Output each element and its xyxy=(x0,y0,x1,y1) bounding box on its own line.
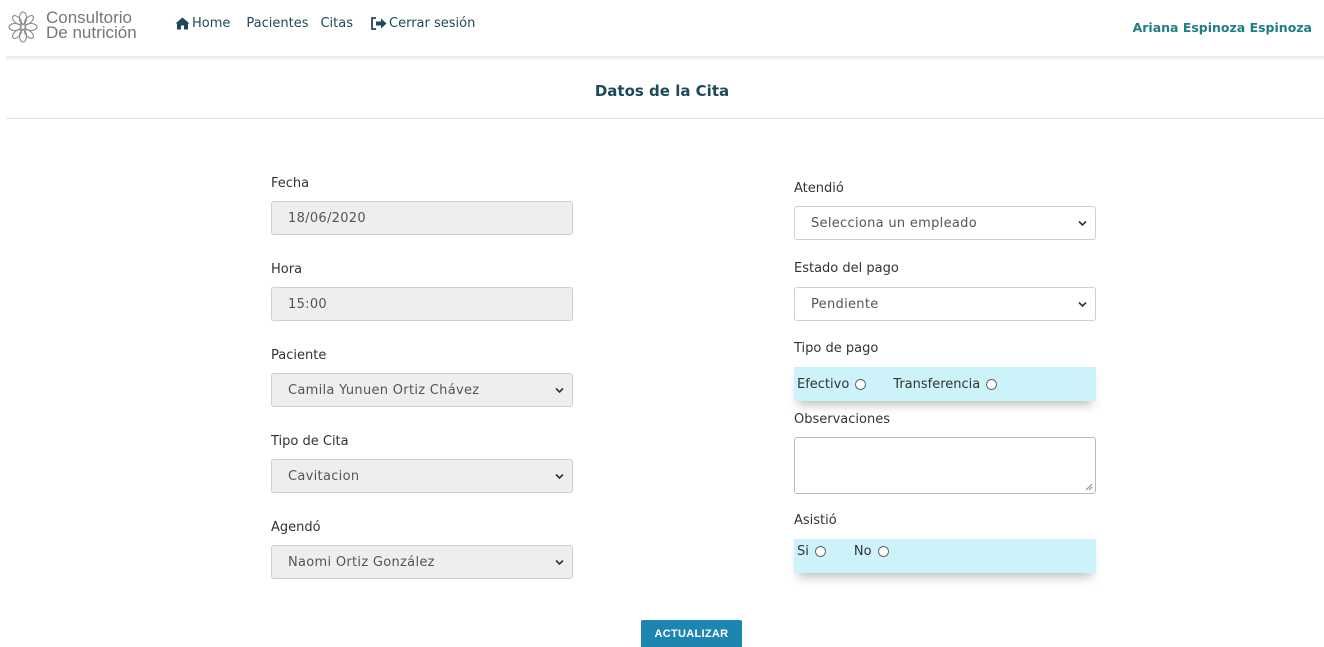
fecha-value: 18/06/2020 xyxy=(288,210,366,226)
tipo-pago-radio-group: Efectivo Transferencia xyxy=(794,367,1096,401)
paciente-label: Paciente xyxy=(271,348,327,363)
main-nav: Home Pacientes Citas Cerrar sesión xyxy=(175,16,475,31)
nav-pacientes[interactable]: Pacientes xyxy=(246,16,308,31)
brand[interactable]: Consultorio De nutrición xyxy=(8,9,137,44)
hora-label: Hora xyxy=(271,262,303,277)
paciente-select[interactable]: Camila Yunuen Ortiz Chávez xyxy=(271,373,573,407)
nav-home[interactable]: Home xyxy=(175,16,230,31)
chevron-down-icon xyxy=(555,387,564,394)
chevron-down-icon xyxy=(555,473,564,480)
observaciones-label: Observaciones xyxy=(794,412,890,427)
tipo-cita-label: Tipo de Cita xyxy=(271,434,349,449)
brand-line2: De nutrición xyxy=(46,23,137,42)
no-label: No xyxy=(853,544,872,559)
title-divider xyxy=(6,118,1324,119)
nav-pacientes-label: Pacientes xyxy=(246,16,309,31)
estado-pago-select[interactable]: Pendiente xyxy=(794,287,1096,321)
hora-value: 15:00 xyxy=(288,296,327,312)
user-name[interactable]: Ariana Espinoza Espinoza xyxy=(1133,20,1312,35)
nav-logout[interactable]: Cerrar sesión xyxy=(371,16,475,31)
brand-text: Consultorio De nutrición xyxy=(46,9,137,42)
sign-out-icon xyxy=(371,17,387,30)
si-radio[interactable] xyxy=(814,546,826,557)
tipo-cita-value: Cavitacion xyxy=(288,468,360,484)
nav-citas[interactable]: Citas xyxy=(320,16,353,31)
fecha-field[interactable]: 18/06/2020 xyxy=(271,201,573,235)
asistio-label: Asistió xyxy=(794,513,837,528)
navbar-divider xyxy=(6,56,1324,60)
transferencia-label: Transferencia xyxy=(893,376,981,392)
asistio-radio-group: Si No xyxy=(794,539,1096,573)
fecha-label: Fecha xyxy=(271,176,310,191)
home-icon xyxy=(175,17,190,30)
top-navbar: Consultorio De nutrición Home Pacientes … xyxy=(0,0,1324,58)
atendio-value: Selecciona un empleado xyxy=(811,215,977,231)
hora-field[interactable]: 15:00 xyxy=(271,287,573,321)
estado-pago-label: Estado del pago xyxy=(794,261,899,276)
estado-pago-value: Pendiente xyxy=(811,296,879,312)
chevron-down-icon xyxy=(1078,220,1087,227)
no-radio[interactable] xyxy=(877,546,889,557)
chevron-down-icon xyxy=(555,559,564,566)
chevron-down-icon xyxy=(1078,301,1087,308)
resize-grip-icon[interactable] xyxy=(1085,483,1093,491)
nav-citas-label: Citas xyxy=(320,16,354,31)
tipo-cita-select[interactable]: Cavitacion xyxy=(271,459,573,493)
efectivo-radio[interactable] xyxy=(855,378,867,390)
flower-logo-icon xyxy=(8,11,38,43)
nav-home-label: Home xyxy=(192,16,231,31)
atendio-select[interactable]: Selecciona un empleado xyxy=(794,206,1096,240)
tipo-pago-label: Tipo de pago xyxy=(794,341,879,356)
agendo-value: Naomi Ortiz González xyxy=(288,554,435,570)
si-label: Si xyxy=(797,544,809,559)
atendio-label: Atendió xyxy=(794,181,844,196)
paciente-value: Camila Yunuen Ortiz Chávez xyxy=(288,382,480,398)
observaciones-textarea[interactable] xyxy=(794,437,1096,494)
efectivo-label: Efectivo xyxy=(797,376,850,392)
nav-logout-label: Cerrar sesión xyxy=(389,16,476,31)
update-button[interactable]: ACTUALIZAR xyxy=(641,620,742,647)
transferencia-radio[interactable] xyxy=(986,378,998,390)
agendo-label: Agendó xyxy=(271,520,321,535)
agendo-select[interactable]: Naomi Ortiz González xyxy=(271,545,573,579)
page-title: Datos de la Cita xyxy=(594,82,730,100)
